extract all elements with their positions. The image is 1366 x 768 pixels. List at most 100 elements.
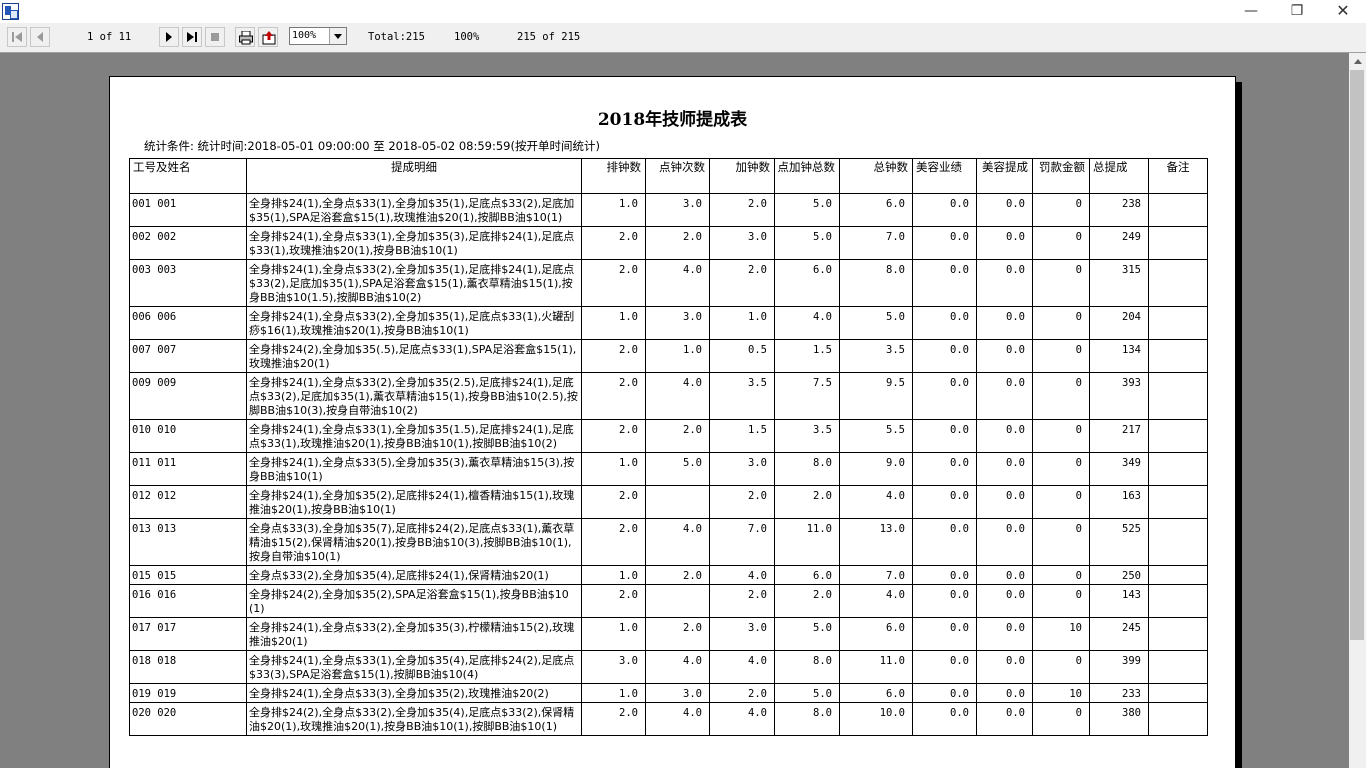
- cell-detail: 全身排$24(1),全身点$33(1),全身加$35(1),足底点$33(2),…: [246, 193, 582, 227]
- cell-dianci: 1.0: [645, 339, 710, 373]
- previous-page-button[interactable]: [30, 27, 50, 47]
- cell-djz: 6.0: [774, 259, 840, 307]
- column-header: 排钟数: [581, 158, 646, 194]
- export-icon: [262, 31, 276, 45]
- table-row: 011 011 全身排$24(1),全身点$33(5),全身加$35(3),薰衣草…: [129, 452, 1208, 486]
- cell-ztc: 217: [1089, 419, 1149, 453]
- vertical-scrollbar[interactable]: [1349, 53, 1366, 768]
- cell-mryj: 0.0: [912, 617, 977, 651]
- print-button[interactable]: [235, 27, 255, 47]
- cell-detail: 全身排$24(1),全身点$33(2),全身加$35(1),足底点$33(1),…: [246, 306, 582, 340]
- cell-jia: 2.0: [709, 683, 775, 703]
- cell-pai: 2.0: [581, 372, 646, 420]
- cell-pai: 2.0: [581, 702, 646, 736]
- column-header: 美容提成: [976, 158, 1033, 194]
- cell-pai: 1.0: [581, 565, 646, 585]
- zoom-select[interactable]: 100%: [289, 27, 347, 45]
- cell-id: 001 001: [129, 193, 247, 227]
- cell-ztc: 315: [1089, 259, 1149, 307]
- cell-mrtc: 0.0: [976, 339, 1033, 373]
- cell-jia: 4.0: [709, 702, 775, 736]
- scroll-up-arrow[interactable]: [1349, 53, 1366, 70]
- cell-pai: 2.0: [581, 419, 646, 453]
- next-page-icon: [166, 32, 172, 42]
- stop-button[interactable]: [205, 27, 225, 47]
- restore-button[interactable]: ❐: [1274, 0, 1320, 23]
- cell-bz: [1148, 419, 1208, 453]
- cell-dianci: 3.0: [645, 683, 710, 703]
- first-page-button[interactable]: [7, 27, 27, 47]
- cell-mryj: 0.0: [912, 702, 977, 736]
- export-button[interactable]: [258, 27, 278, 47]
- cell-id: 006 006: [129, 306, 247, 340]
- cell-ztc: 233: [1089, 683, 1149, 703]
- column-header: 工号及姓名: [129, 158, 247, 194]
- cell-djz: 3.5: [774, 419, 840, 453]
- first-page-icon: [12, 32, 22, 42]
- cell-jia: 3.5: [709, 372, 775, 420]
- report-title: 2018年技师提成表: [597, 110, 748, 130]
- cell-dianci: 4.0: [645, 702, 710, 736]
- report-viewer-icon[interactable]: [2, 3, 19, 20]
- cell-zong: 6.0: [839, 193, 913, 227]
- cell-zong: 8.0: [839, 259, 913, 307]
- cell-jia: 4.0: [709, 650, 775, 684]
- cell-ztc: 238: [1089, 193, 1149, 227]
- cell-dianci: 4.0: [645, 372, 710, 420]
- cell-ztc: 249: [1089, 226, 1149, 260]
- previous-page-icon: [37, 32, 43, 42]
- cell-djz: 7.5: [774, 372, 840, 420]
- report-viewport[interactable]: 2018年技师提成表 统计条件: 统计时间:2018-05-01 09:00:0…: [0, 53, 1349, 768]
- next-page-button[interactable]: [159, 27, 179, 47]
- cell-ztc: 143: [1089, 584, 1149, 618]
- cell-jia: 3.0: [709, 452, 775, 486]
- cell-id: 017 017: [129, 617, 247, 651]
- cell-bz: [1148, 259, 1208, 307]
- cell-id: 013 013: [129, 518, 247, 566]
- table-row: 007 007 全身排$24(2),全身加$35(.5),足底点$33(1),SP…: [129, 339, 1208, 373]
- statistics-condition: 统计条件: 统计时间:2018-05-01 09:00:00 至 2018-05…: [144, 139, 600, 153]
- cell-id: 016 016: [129, 584, 247, 618]
- cell-mrtc: 0.0: [976, 259, 1033, 307]
- cell-djz: 5.0: [774, 226, 840, 260]
- cell-jia: 7.0: [709, 518, 775, 566]
- cell-zong: 7.0: [839, 226, 913, 260]
- cell-zong: 10.0: [839, 702, 913, 736]
- table-row: 015 015 全身点$33(2),全身加$35(4),足底排$24(1),保肾精…: [129, 565, 1208, 585]
- minimize-button[interactable]: —: [1228, 0, 1274, 23]
- cell-bz: [1148, 372, 1208, 420]
- cell-zong: 7.0: [839, 565, 913, 585]
- cell-fk: 0: [1032, 452, 1090, 486]
- cell-detail: 全身排$24(2),全身加$35(2),SPA足浴套盒$15(1),按身BB油$…: [246, 584, 582, 618]
- table-row: 009 009 全身排$24(1),全身点$33(2),全身加$35(2.5),足…: [129, 372, 1208, 420]
- cell-bz: [1148, 650, 1208, 684]
- close-button[interactable]: ✕: [1320, 0, 1366, 23]
- cell-mryj: 0.0: [912, 419, 977, 453]
- table-row: 013 013 全身点$33(3),全身加$35(7),足底排$24(2),足底点…: [129, 518, 1208, 566]
- table-row: 020 020 全身排$24(2),全身点$33(2),全身加$35(4),足底点…: [129, 702, 1208, 736]
- cell-zong: 13.0: [839, 518, 913, 566]
- cell-ztc: 250: [1089, 565, 1149, 585]
- cell-jia: 4.0: [709, 565, 775, 585]
- cell-ztc: 134: [1089, 339, 1149, 373]
- cell-mrtc: 0.0: [976, 193, 1033, 227]
- last-page-button[interactable]: [182, 27, 202, 47]
- cell-zong: 5.5: [839, 419, 913, 453]
- cell-djz: 5.0: [774, 683, 840, 703]
- cell-fk: 0: [1032, 339, 1090, 373]
- cell-dianci: [645, 584, 710, 618]
- cell-djz: 8.0: [774, 650, 840, 684]
- cell-dianci: 4.0: [645, 650, 710, 684]
- column-header: 备注: [1148, 158, 1208, 194]
- cell-jia: 3.0: [709, 617, 775, 651]
- cell-detail: 全身排$24(1),全身点$33(5),全身加$35(3),薰衣草精油$15(3…: [246, 452, 582, 486]
- cell-dianci: 4.0: [645, 259, 710, 307]
- stop-icon: [211, 33, 219, 41]
- cell-bz: [1148, 565, 1208, 585]
- chevron-down-icon[interactable]: [329, 28, 346, 44]
- table-row: 006 006 全身排$24(1),全身点$33(2),全身加$35(1),足底点…: [129, 306, 1208, 340]
- cell-id: 010 010: [129, 419, 247, 453]
- scrollbar-thumb[interactable]: [1350, 70, 1364, 640]
- cell-fk: 0: [1032, 584, 1090, 618]
- cell-bz: [1148, 306, 1208, 340]
